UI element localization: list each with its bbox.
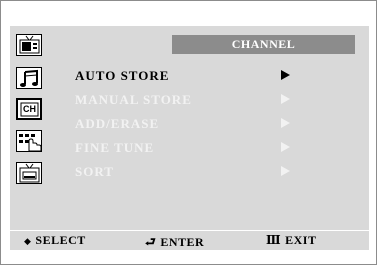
- select-hint: ◆ SELECT: [24, 233, 86, 248]
- menu-title: CHANNEL: [172, 35, 355, 54]
- menu-item-label: AUTO STORE: [75, 68, 170, 83]
- menu-panel: CH CHANNEL AUTO STORE MANUAL STORE ADD/E…: [10, 26, 369, 232]
- menu-item-sort[interactable]: SORT: [75, 162, 305, 186]
- select-hint-label: SELECT: [35, 233, 86, 247]
- exit-hint-label: EXIT: [285, 233, 317, 247]
- picture-menu-icon[interactable]: [16, 34, 42, 56]
- enter-hint-label: ENTER: [160, 235, 205, 249]
- updown-icon: ◆: [24, 236, 32, 246]
- sound-menu-icon[interactable]: [16, 67, 42, 89]
- setup-menu-icon[interactable]: [16, 130, 42, 152]
- menu-item-add-erase[interactable]: ADD/ERASE: [75, 114, 305, 138]
- submenu-arrow-icon: [281, 70, 290, 80]
- channel-icon-text: CH: [23, 104, 36, 114]
- osd-screen: CH CHANNEL AUTO STORE MANUAL STORE ADD/E…: [0, 0, 377, 265]
- submenu-arrow-icon: [281, 142, 290, 152]
- menu-item-manual-store[interactable]: MANUAL STORE: [75, 90, 305, 114]
- menu-item-fine-tune[interactable]: FINE TUNE: [75, 138, 305, 162]
- menu-item-label: SORT: [75, 164, 114, 179]
- menu-item-label: ADD/ERASE: [75, 116, 160, 131]
- exit-hint: Ⅲ EXIT: [266, 233, 316, 248]
- enter-icon: ⮐: [145, 235, 157, 249]
- menu-item-auto-store[interactable]: AUTO STORE: [75, 66, 305, 90]
- button-guide-bar: ◆ SELECT ⮐ ENTER Ⅲ EXIT: [10, 230, 369, 250]
- submenu-arrow-icon: [281, 118, 290, 128]
- submenu-arrow-icon: [281, 94, 290, 104]
- channel-menu-icon[interactable]: CH: [16, 98, 42, 120]
- menu-item-label: MANUAL STORE: [75, 92, 192, 107]
- menu-item-label: FINE TUNE: [75, 140, 155, 155]
- enter-hint: ⮐ ENTER: [145, 233, 204, 254]
- menu-exit-icon: Ⅲ: [266, 233, 282, 247]
- submenu-arrow-icon: [281, 166, 290, 176]
- input-menu-icon[interactable]: [16, 162, 42, 184]
